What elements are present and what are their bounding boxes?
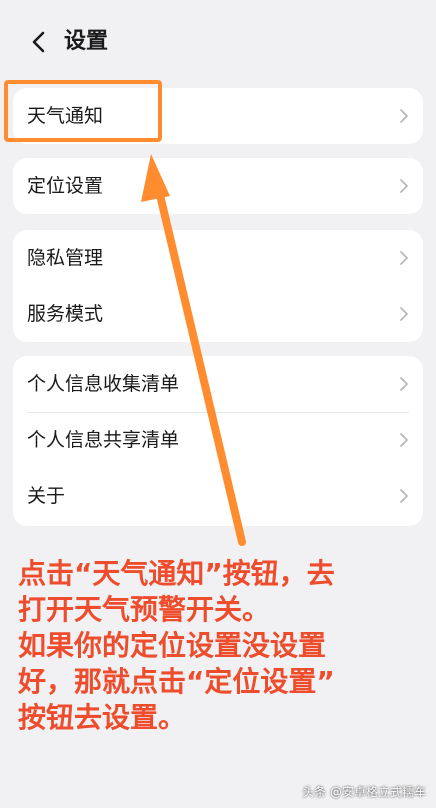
settings-item-privacy-management[interactable]: 隐私管理 [13,230,423,286]
chevron-right-icon [400,307,408,321]
chevron-right-icon [400,433,408,447]
settings-item-label: 定位设置 [27,175,104,197]
settings-item-location-settings[interactable]: 定位设置 [13,158,423,214]
chevron-right-icon [400,179,408,193]
watermark: 头条 @安卓格立式糯车 [302,785,426,799]
chevron-right-icon [400,109,408,123]
caption-line: 按钮去设置。 [18,701,187,734]
highlight-box [4,80,162,142]
settings-item-label: 关于 [27,485,66,507]
caption-line: 点击“天气通知”按钮，去 [18,557,335,590]
settings-item-label: 服务模式 [27,303,104,325]
back-arrow-icon[interactable] [28,30,52,54]
settings-item-personal-info-collection[interactable]: 个人信息收集清单 [13,356,423,412]
settings-item-personal-info-sharing[interactable]: 个人信息共享清单 [13,412,423,468]
settings-item-label: 个人信息收集清单 [27,373,180,395]
settings-group-info: 个人信息收集清单 个人信息共享清单 关于 [13,356,423,526]
settings-group-privacy: 隐私管理 服务模式 [13,230,423,342]
chevron-right-icon [400,489,408,503]
caption-line: 如果你的定位设置没设置 [18,629,327,662]
page-title: 设置 [64,29,109,54]
instruction-caption: 点击“天气通知”按钮，去 打开天气预警开关。 如果你的定位设置没设置 好，那就点… [18,556,430,736]
settings-item-about[interactable]: 关于 [13,468,423,524]
settings-item-label: 个人信息共享清单 [27,429,180,451]
chevron-right-icon [400,251,408,265]
settings-group-location: 定位设置 [13,158,423,214]
settings-item-label: 隐私管理 [27,247,104,269]
header: 设置 [0,0,436,84]
caption-line: 打开天气预警开关。 [18,593,271,626]
chevron-right-icon [400,377,408,391]
caption-line: 好，那就点击“定位设置” [18,665,335,698]
settings-item-service-mode[interactable]: 服务模式 [13,286,423,342]
